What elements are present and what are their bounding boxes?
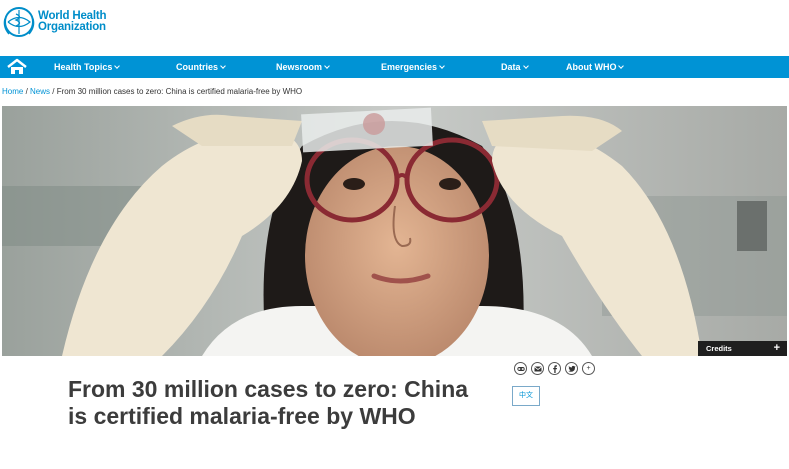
- nav-label: Emergencies: [381, 62, 438, 72]
- share-toolbar: +: [514, 362, 595, 375]
- share-twitter-button[interactable]: [565, 362, 578, 375]
- share-more-button[interactable]: +: [582, 362, 595, 375]
- article-title: From 30 million cases to zero: China is …: [68, 376, 469, 429]
- breadcrumb-home-link[interactable]: Home: [2, 87, 23, 96]
- email-icon: [533, 365, 542, 371]
- language-chinese-button[interactable]: 中文: [512, 386, 540, 406]
- link-icon: [516, 366, 525, 371]
- hero-photo-scientist-with-slide: [2, 106, 787, 356]
- nav-label: Data: [501, 62, 521, 72]
- breadcrumb-current: From 30 million cases to zero: China is …: [56, 87, 303, 96]
- home-icon[interactable]: [6, 58, 28, 76]
- nav-newsroom[interactable]: Newsroom: [276, 56, 330, 78]
- share-link-button[interactable]: [514, 362, 527, 375]
- logo-line-2: Organization: [38, 21, 106, 33]
- nav-label: Countries: [176, 62, 219, 72]
- chevron-down-icon: [439, 63, 445, 69]
- share-facebook-button[interactable]: [548, 362, 561, 375]
- hero-image: [2, 106, 787, 356]
- nav-label: Newsroom: [276, 62, 323, 72]
- credits-label: Credits: [706, 344, 732, 353]
- who-wordmark: World Health Organization: [38, 10, 107, 33]
- chevron-down-icon: [324, 63, 330, 69]
- breadcrumb: Home / News / From 30 million cases to z…: [2, 87, 302, 96]
- credits-button[interactable]: Credits +: [698, 341, 787, 356]
- main-navbar: Health Topics Countries Newsroom Emergen…: [0, 56, 789, 78]
- nav-label: Health Topics: [54, 62, 113, 72]
- chevron-down-icon: [522, 63, 529, 69]
- twitter-icon: [567, 365, 576, 372]
- nav-data[interactable]: Data: [501, 56, 529, 78]
- breadcrumb-separator: /: [23, 87, 31, 96]
- plus-icon: +: [773, 342, 780, 354]
- breadcrumb-separator: /: [50, 87, 57, 96]
- nav-about-who[interactable]: About WHO: [566, 56, 625, 78]
- who-emblem-icon: [3, 7, 35, 37]
- chevron-down-icon: [114, 63, 121, 69]
- chevron-down-icon: [618, 63, 625, 69]
- nav-health-topics[interactable]: Health Topics: [54, 56, 121, 78]
- nav-countries[interactable]: Countries: [176, 56, 226, 78]
- nav-label: About WHO: [566, 62, 617, 72]
- who-logo[interactable]: World Health Organization: [2, 5, 107, 39]
- chevron-down-icon: [220, 63, 226, 69]
- share-email-button[interactable]: [531, 362, 544, 375]
- breadcrumb-news-link[interactable]: News: [30, 87, 50, 96]
- plus-icon: +: [586, 365, 591, 372]
- nav-emergencies[interactable]: Emergencies: [381, 56, 445, 78]
- facebook-icon: [552, 364, 557, 373]
